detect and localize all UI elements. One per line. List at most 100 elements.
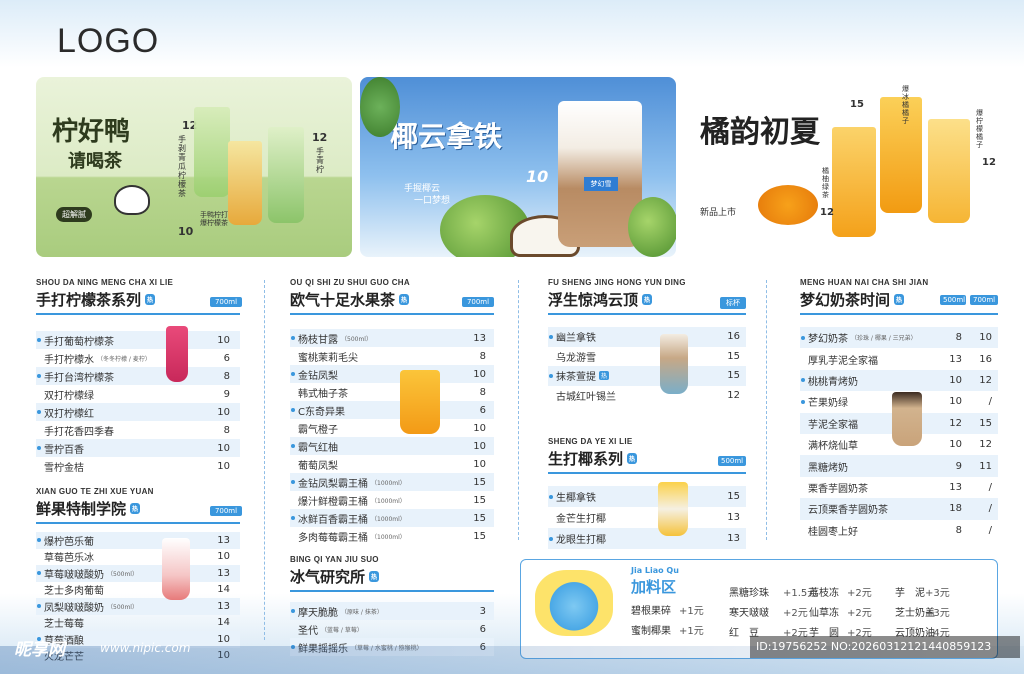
hot-badge: 热 bbox=[130, 503, 141, 514]
item-note: （1000ml） bbox=[371, 515, 406, 523]
size-header: 500ml bbox=[718, 456, 746, 466]
menu-column-3: FU SHENG JING HONG YUN DING 浮生惊鸿云顶热 标杯 幽… bbox=[548, 278, 746, 549]
cup-brand: 梦幻雪 bbox=[584, 177, 618, 191]
bullet-dot-icon bbox=[291, 372, 295, 376]
section-title: 鲜果特制学院 bbox=[36, 500, 127, 518]
section-title: 手打柠檬茶系列 bbox=[36, 291, 142, 309]
item-price-large: 11 bbox=[979, 460, 992, 472]
banner-subtitle: 请喝茶 bbox=[68, 151, 122, 172]
section-cloud-top: FU SHENG JING HONG YUN DING 浮生惊鸿云顶热 标杯 幽… bbox=[548, 278, 746, 405]
item-price: 15 bbox=[473, 512, 486, 524]
item-name: 幽兰拿铁 bbox=[556, 333, 596, 345]
item-price-large: / bbox=[988, 503, 992, 515]
item-price: 13 bbox=[217, 534, 230, 546]
topping-name: 黑糖珍珠 bbox=[729, 588, 769, 599]
item-name: 金芒生打椰 bbox=[556, 514, 606, 525]
bullet-dot-icon bbox=[291, 609, 295, 613]
menu-item: 双打柠檬红 10 bbox=[36, 403, 240, 421]
bullet-dot-icon bbox=[37, 446, 41, 450]
menu-item: 霸气红柚 10 bbox=[290, 437, 494, 455]
label-a: 手剥青瓜柠檬茶 bbox=[178, 135, 186, 198]
orange-fruit bbox=[758, 185, 818, 225]
section-title: 欧气十足水果茶 bbox=[290, 291, 396, 309]
section-title: 梦幻奶茶时间 bbox=[800, 291, 891, 309]
label-b: 手青柠 bbox=[316, 147, 324, 174]
topping-name: 碧根果碎 bbox=[631, 606, 671, 617]
hot-badge: 热 bbox=[399, 294, 410, 305]
banner-lemon-tea: 柠好鸭 请喝茶 超解腻 12 手剥青瓜柠檬茶 12 手青柠 10 手鸭柠打爆柠檬… bbox=[36, 77, 352, 257]
item-name: 古城红叶锡兰 bbox=[556, 391, 616, 403]
size-header: 700ml bbox=[970, 295, 998, 305]
item-price-large: 15 bbox=[979, 417, 992, 429]
bullet-dot-icon bbox=[291, 516, 295, 520]
item-name: 云顶栗香芋圆奶茶 bbox=[808, 505, 888, 517]
drink-cup bbox=[832, 127, 876, 237]
menu-item: 龙眼生打椰 13 bbox=[548, 528, 746, 549]
menu-item: 凤梨啵啵酸奶 （500ml） 13 bbox=[36, 598, 240, 615]
item-price-large: 10 bbox=[979, 332, 992, 344]
banner-price: 10 bbox=[526, 167, 549, 186]
menu-item: 芝士莓莓 14 bbox=[36, 615, 240, 632]
topping-name: 仙草冻 bbox=[809, 608, 839, 619]
item-name: 杨枝甘露 bbox=[298, 334, 338, 346]
item-price-small: 12 bbox=[949, 417, 962, 429]
watermark-site: 昵享网 bbox=[14, 640, 65, 660]
item-price: 10 bbox=[473, 458, 486, 470]
menu-item: 手打柠檬水 （冬冬柠檬 / 麦柠） 6 bbox=[36, 349, 240, 367]
item-price: 13 bbox=[473, 332, 486, 344]
menu-item: 草莓芭乐冰 10 bbox=[36, 549, 240, 566]
item-name: 草莓芭乐冰 bbox=[44, 553, 94, 565]
item-price: 15 bbox=[473, 494, 486, 506]
topping-price: +2元 bbox=[847, 588, 872, 599]
topping-price: +2元 bbox=[783, 608, 808, 619]
item-name: 桃桃青烤奶 bbox=[808, 376, 858, 388]
product-image bbox=[892, 392, 922, 446]
menu-item: 草莓啵啵酸奶 （500ml） 13 bbox=[36, 565, 240, 582]
menu-item: 手打台湾柠檬茶 8 bbox=[36, 367, 240, 385]
item-price-small: 10 bbox=[949, 439, 962, 451]
section-pinyin: XIAN GUO TE ZHI XUE YUAN bbox=[36, 487, 154, 496]
item-price: 10 bbox=[473, 422, 486, 434]
bullet-dot-icon bbox=[291, 408, 295, 412]
item-price: 15 bbox=[473, 530, 486, 542]
item-name: 手打花香四季春 bbox=[44, 426, 114, 438]
item-price: 6 bbox=[479, 623, 486, 635]
section-fresh-fruit: XIAN GUO TE ZHI XUE YUAN 鲜果特制学院热 700ml 爆… bbox=[36, 487, 242, 664]
item-name: 雪柠金桔 bbox=[44, 462, 84, 474]
drink-cup bbox=[194, 107, 230, 197]
menu-item: 栗香芋圆奶茶 13 / bbox=[800, 477, 998, 498]
menu-item: 手打葡萄柠檬茶 10 bbox=[36, 331, 240, 349]
item-price: 14 bbox=[217, 584, 230, 596]
menu-item: 厚乳芋泥全家福 13 16 bbox=[800, 348, 998, 369]
size-header: 700ml bbox=[210, 506, 242, 516]
section-title: 浮生惊鸿云顶 bbox=[548, 291, 639, 309]
label-c: 手鸭柠打爆柠檬茶 bbox=[200, 211, 228, 227]
bullet-dot-icon bbox=[291, 444, 295, 448]
item-name: 满杯烧仙草 bbox=[808, 441, 858, 453]
item-note: （1000ml） bbox=[371, 533, 406, 541]
item-price: 8 bbox=[479, 350, 486, 362]
item-price: 10 bbox=[473, 368, 486, 380]
price-c: 10 bbox=[178, 225, 194, 238]
bullet-dot-icon bbox=[801, 399, 805, 404]
toppings-title: 加料区 bbox=[631, 578, 677, 596]
menu-item: C东奇异果 6 bbox=[290, 401, 494, 419]
hot-badge: 热 bbox=[642, 294, 653, 305]
section-title: 冰气研究所 bbox=[290, 568, 366, 586]
product-image bbox=[166, 326, 188, 382]
item-name: 金钻凤梨 bbox=[298, 370, 338, 382]
item-name: 草莓啵啵酸奶 bbox=[44, 569, 104, 581]
item-name: 爆柠芭乐葡 bbox=[44, 536, 94, 548]
item-name: 手打柠檬水 bbox=[44, 354, 94, 366]
menu-item: 生椰拿铁 15 bbox=[548, 486, 746, 507]
banner-title: 椰云拿铁 bbox=[390, 120, 503, 153]
item-name: 黑糖烤奶 bbox=[808, 462, 848, 474]
item-note: （珍珠 / 椰果 / 三兄弟） bbox=[851, 335, 917, 343]
item-name: 芒果奶绿 bbox=[808, 398, 848, 410]
bullet-dot-icon bbox=[37, 538, 41, 543]
item-name: 桂圆枣上好 bbox=[808, 526, 858, 538]
item-price: 3 bbox=[479, 605, 486, 617]
section-ice-lab: BING QI YAN JIU SUO 冰气研究所热 摩天脆脆 （原味 / 抹茶）… bbox=[290, 555, 494, 656]
item-price: 10 bbox=[217, 633, 230, 645]
item-name: 金钻凤梨霸王桶 bbox=[298, 478, 368, 490]
